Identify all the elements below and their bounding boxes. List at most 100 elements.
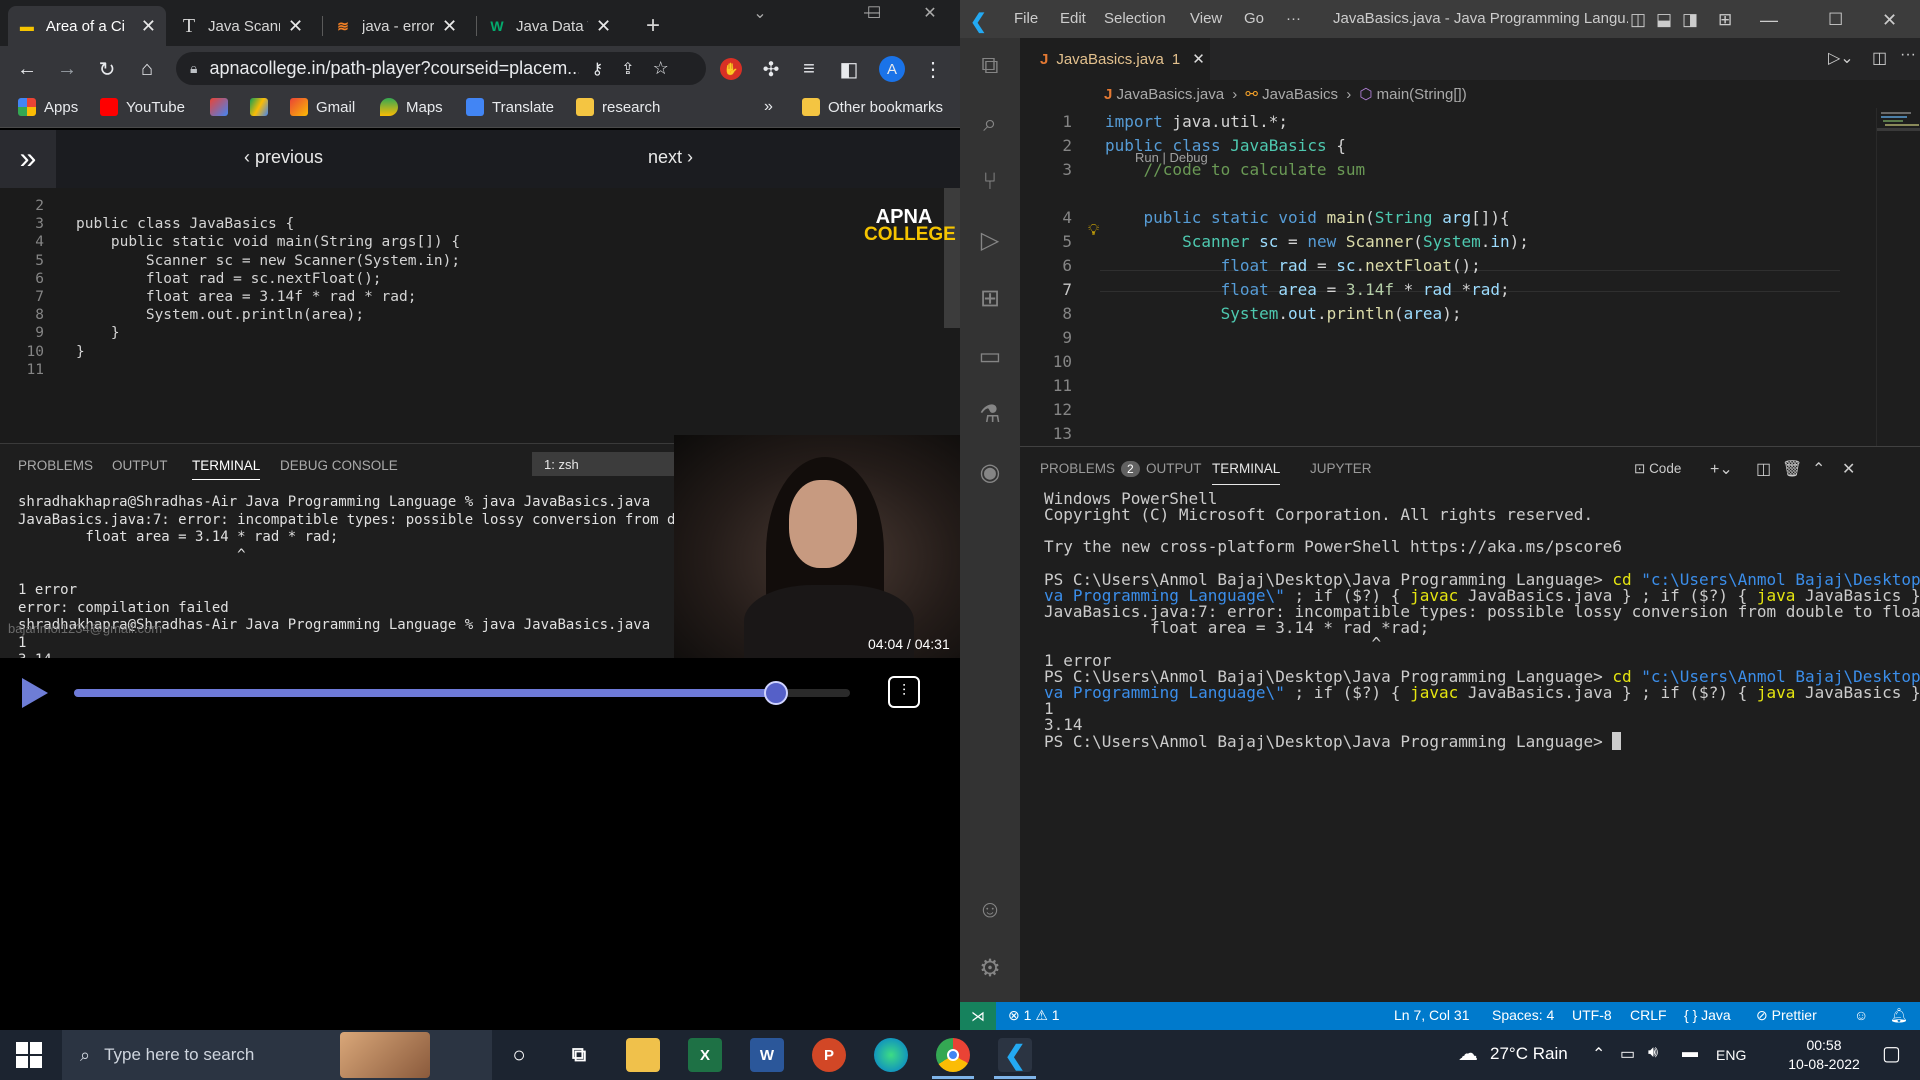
menu-file[interactable]: File — [1014, 10, 1038, 27]
split-terminal-icon[interactable]: ◫ — [1756, 459, 1771, 479]
tab-java-scanner[interactable]: T Java Scanne ✕ — [170, 6, 320, 46]
code-line[interactable]: float rad = sc.nextFloat(); — [1105, 256, 1481, 275]
settings-gear-icon[interactable]: ⚙ — [972, 950, 1008, 986]
panel-tab-problems[interactable]: PROBLEMS 2 — [1040, 461, 1140, 477]
extensions-icon[interactable]: ⊞ — [972, 280, 1008, 316]
next-link[interactable]: next › — [648, 147, 693, 168]
tab-java-data-types[interactable]: W Java Data T ✕ — [478, 6, 628, 46]
notifications-bell-icon[interactable]: 🔔︎ — [1890, 1007, 1908, 1024]
maximize-button[interactable]: ☐ — [1828, 10, 1843, 30]
cortana-icon[interactable]: ○ — [502, 1038, 536, 1072]
close-icon[interactable]: ✕ — [596, 16, 611, 37]
code-line[interactable]: public class JavaBasics { — [1105, 136, 1346, 155]
menu-edit[interactable]: Edit — [1060, 10, 1086, 27]
code-line[interactable]: float area = 3.14f * rad *rad; — [1105, 280, 1510, 299]
weather-text[interactable]: 27°C Rain — [1490, 1044, 1568, 1064]
bookmark-maps[interactable]: Maps — [380, 98, 443, 116]
side-panel-icon[interactable]: ◧ — [836, 56, 862, 82]
maximize-button[interactable]: ☐ — [854, 0, 894, 26]
menu-more[interactable]: ··· — [1286, 10, 1301, 27]
code-line[interactable]: import java.util.*; — [1105, 112, 1288, 131]
close-icon[interactable]: ✕ — [141, 16, 156, 37]
indentation[interactable]: Spaces: 4 — [1492, 1007, 1554, 1023]
seek-handle[interactable] — [763, 681, 788, 705]
chrome-icon[interactable] — [936, 1038, 970, 1072]
editor-tab-javabasics[interactable]: J JavaBasics.java 1 ✕ — [1020, 38, 1210, 80]
run-file-icon[interactable]: ▷⌄ — [1828, 48, 1854, 68]
bookmark-other[interactable]: Other bookmarks — [802, 98, 943, 116]
powerpoint-icon[interactable]: P — [812, 1038, 846, 1072]
bookmark-gmail[interactable]: Gmail — [290, 98, 355, 116]
feedback-icon[interactable]: ☺ — [1854, 1007, 1868, 1023]
close-window-button[interactable]: ✕ — [910, 0, 950, 26]
panel-tab-output[interactable]: OUTPUT — [1146, 461, 1202, 476]
star-icon[interactable]: ☆ — [653, 58, 669, 79]
back-icon[interactable]: ← — [14, 56, 40, 82]
source-control-icon[interactable]: ⑂ — [972, 164, 1008, 200]
testing-icon[interactable]: ⚗ — [972, 396, 1008, 432]
volume-icon[interactable]: 🔊︎ — [1648, 1044, 1658, 1062]
battery-icon[interactable]: ▬ — [1682, 1044, 1698, 1062]
code-editor[interactable]: Run | Debug 1 import java.util.*; 2 public … — [1020, 108, 1920, 446]
code-line[interactable]: System.out.println(area); — [1105, 304, 1462, 323]
excel-icon[interactable]: X — [688, 1038, 722, 1072]
menu-selection[interactable]: Selection — [1104, 10, 1166, 27]
bookmark-research[interactable]: research — [576, 98, 660, 116]
bookmark-gmail-icon-only[interactable] — [210, 98, 236, 116]
remote-explorer-icon[interactable]: ▭ — [972, 338, 1008, 374]
menu-expand-icon[interactable]: » — [0, 130, 56, 188]
breadcrumb-method[interactable]: main(String[]) — [1377, 86, 1467, 103]
line-ending[interactable]: CRLF — [1630, 1007, 1667, 1023]
minimap[interactable] — [1876, 108, 1920, 446]
bookmark-drive[interactable] — [250, 98, 276, 116]
settings-sliders-icon[interactable]: ⫶ — [888, 676, 920, 708]
reload-icon[interactable]: ↻ — [94, 56, 120, 82]
panel-tab-terminal[interactable]: TERMINAL — [1212, 461, 1281, 485]
close-icon[interactable]: ✕ — [442, 16, 457, 37]
new-terminal-icon[interactable]: +⌄ — [1710, 459, 1733, 479]
reading-list-icon[interactable]: ≡ — [796, 56, 822, 82]
run-debug-icon[interactable]: ▷ — [972, 222, 1008, 258]
split-editor-icon[interactable]: ◫ — [1872, 48, 1887, 68]
share-icon[interactable]: ⇪ — [621, 59, 634, 79]
breadcrumb-class[interactable]: JavaBasics — [1262, 86, 1338, 103]
close-icon[interactable]: ✕ — [1192, 50, 1205, 68]
terminal-profile-select[interactable]: ⊡ Code — [1634, 461, 1681, 477]
lightbulb-icon[interactable]: 💡︎ — [1088, 222, 1099, 240]
code-line[interactable]: //code to calculate sum — [1105, 160, 1366, 179]
tab-search-icon[interactable]: ⌄ — [740, 0, 780, 26]
tab-java-error[interactable]: ≋ java - error ✕ — [324, 6, 474, 46]
key-icon[interactable]: ⚷ — [591, 59, 603, 79]
language-mode[interactable]: { } Java — [1684, 1007, 1731, 1023]
play-icon[interactable] — [22, 678, 48, 708]
url-text[interactable]: apnacollege.in/path-player?courseid=plac… — [209, 58, 579, 79]
previous-link[interactable]: ‹ previous — [244, 147, 323, 168]
code-line[interactable]: Scanner sc = new Scanner(System.in); — [1105, 232, 1529, 251]
explorer-icon[interactable]: ⧉ — [972, 48, 1008, 84]
menu-go[interactable]: Go — [1244, 10, 1264, 27]
seek-bar[interactable] — [74, 681, 850, 705]
chevron-up-icon[interactable]: ⌃ — [1592, 1044, 1605, 1064]
chrome-menu-icon[interactable]: ⋮ — [920, 56, 946, 82]
panel-tab-jupyter[interactable]: JUPYTER — [1310, 461, 1372, 476]
windows-start-icon[interactable] — [16, 1042, 42, 1068]
extensions-icon[interactable]: ✣ — [758, 56, 784, 82]
tab-area-of-circle[interactable]: ▬ Area of a Ci ✕ — [8, 6, 166, 46]
encoding[interactable]: UTF-8 — [1572, 1007, 1612, 1023]
close-icon[interactable]: ✕ — [288, 16, 303, 37]
account-icon[interactable]: ☺ — [972, 892, 1008, 928]
menu-view[interactable]: View — [1190, 10, 1222, 27]
toggle-panel-icon[interactable]: ⬓ — [1656, 10, 1672, 30]
address-bar[interactable]: 🔒︎ apnacollege.in/path-player?courseid=p… — [176, 52, 706, 85]
edge-icon[interactable] — [874, 1038, 908, 1072]
toggle-sidebar-icon[interactable]: ◫ — [1630, 10, 1646, 30]
home-icon[interactable]: ⌂ — [134, 56, 160, 82]
problems-status[interactable]: ⊗ 1 ⚠ 1 — [1008, 1007, 1060, 1024]
search-icon[interactable]: ⌕ — [972, 106, 1008, 142]
forward-icon[interactable]: → — [54, 56, 80, 82]
word-icon[interactable]: W — [750, 1038, 784, 1072]
bookmark-translate[interactable]: Translate — [466, 98, 554, 116]
close-panel-icon[interactable]: ✕ — [1842, 459, 1855, 479]
maximize-panel-icon[interactable]: ⌃ — [1812, 459, 1825, 479]
new-tab-button[interactable]: + — [636, 6, 666, 46]
